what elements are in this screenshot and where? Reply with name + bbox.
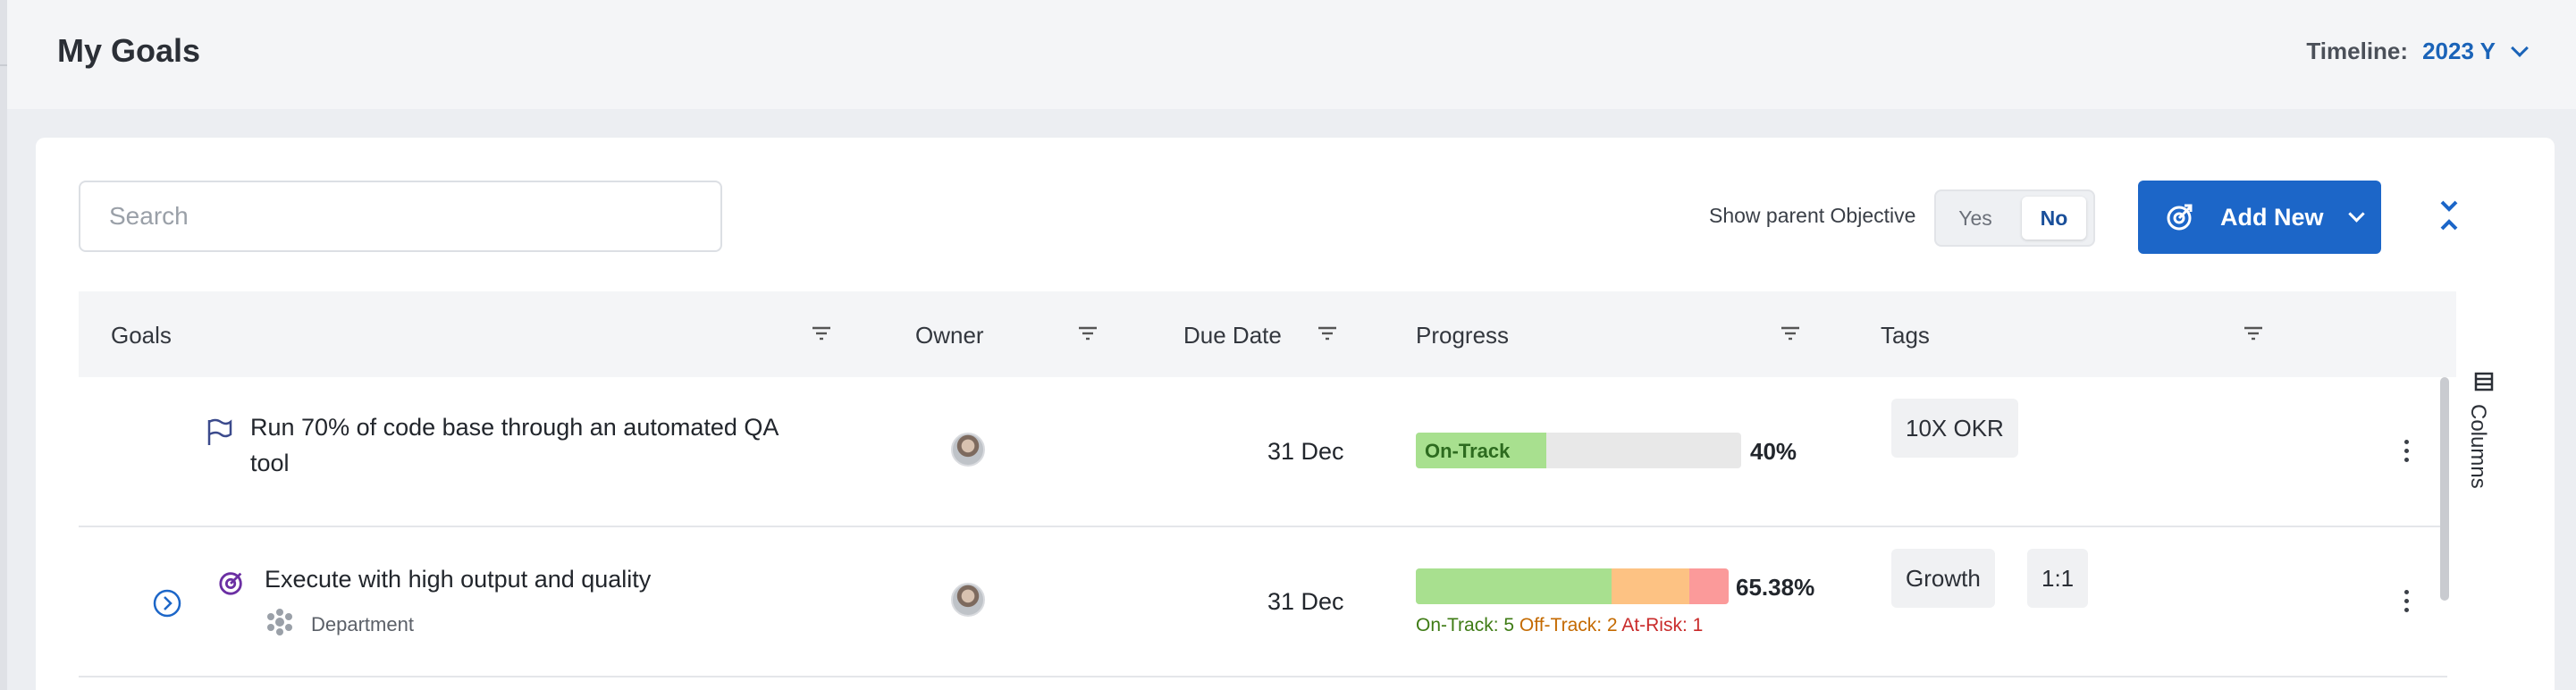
toggle-yes-option[interactable]: Yes bbox=[1943, 197, 2008, 240]
more-options-icon[interactable] bbox=[2404, 440, 2410, 463]
flag-icon bbox=[207, 418, 232, 445]
add-new-button[interactable]: Add New bbox=[2138, 181, 2381, 254]
column-tags[interactable]: Tags bbox=[1881, 322, 1930, 349]
department-label: Department bbox=[311, 613, 414, 635]
avatar[interactable] bbox=[951, 583, 985, 617]
show-parent-objective-label: Show parent Objective bbox=[1709, 204, 1916, 227]
filter-icon[interactable] bbox=[1317, 325, 1337, 341]
segmented-progress-bar bbox=[1416, 568, 1729, 604]
progress-percent: 65.38% bbox=[1736, 574, 1815, 601]
chevron-down-icon[interactable] bbox=[2347, 205, 2365, 223]
more-options-icon[interactable] bbox=[2404, 590, 2410, 613]
progress-segment-off-track bbox=[1611, 568, 1690, 604]
filter-icon[interactable] bbox=[2243, 325, 2263, 341]
due-date: 31 Dec bbox=[1267, 588, 1344, 615]
target-add-icon bbox=[2167, 204, 2193, 231]
column-owner[interactable]: Owner bbox=[915, 322, 984, 349]
avatar[interactable] bbox=[951, 433, 985, 467]
timeline-value[interactable]: 2023 Y bbox=[2422, 38, 2496, 65]
tag-chip[interactable]: 1:1 bbox=[2027, 549, 2089, 608]
progress-segment-on-track bbox=[1416, 568, 1612, 604]
legend-at-risk: At-Risk: 1 bbox=[1621, 615, 1704, 635]
goals-panel: Show parent Objective Yes No Add New Goa… bbox=[36, 138, 2555, 690]
columns-label: Columns bbox=[2466, 404, 2490, 489]
columns-side-tab[interactable]: Columns bbox=[2466, 372, 2513, 640]
search-input[interactable] bbox=[79, 181, 722, 252]
objective-target-icon bbox=[219, 572, 242, 595]
table-scrollbar[interactable] bbox=[2440, 377, 2449, 601]
tag-chip[interactable]: Growth bbox=[1891, 549, 1995, 608]
timeline-selector[interactable]: Timeline: 2023 Y bbox=[2306, 38, 2529, 65]
table-row[interactable]: Execute with high output and quality Dep… bbox=[79, 527, 2447, 677]
column-due-date[interactable]: Due Date bbox=[1183, 322, 1282, 349]
chevron-down-icon[interactable] bbox=[2511, 38, 2529, 57]
progress-bar: On-Track bbox=[1416, 433, 1741, 468]
filter-icon[interactable] bbox=[1078, 325, 1098, 341]
goal-title[interactable]: Run 70% of code base through an automate… bbox=[250, 409, 804, 481]
goal-title[interactable]: Execute with high output and quality bbox=[265, 561, 651, 597]
filter-icon[interactable] bbox=[1780, 325, 1800, 341]
collapse-all-icon[interactable] bbox=[2431, 197, 2467, 236]
expand-row-icon[interactable] bbox=[152, 588, 182, 618]
department-icon bbox=[267, 609, 292, 635]
table-row[interactable]: Run 70% of code base through an automate… bbox=[79, 377, 2447, 527]
top-header-bar bbox=[0, 0, 2576, 109]
legend-off-track: Off-Track: 2 bbox=[1519, 615, 1618, 635]
left-sidebar-edge bbox=[0, 0, 7, 690]
progress-legend: On-Track: 5 Off-Track: 2 At-Risk: 1 bbox=[1416, 615, 1703, 636]
add-new-label: Add New bbox=[2220, 203, 2324, 231]
tag-chip[interactable]: 10X OKR bbox=[1891, 399, 2018, 458]
legend-on-track: On-Track: 5 bbox=[1416, 615, 1515, 635]
page-title: My Goals bbox=[57, 32, 201, 69]
progress-status-label: On-Track bbox=[1425, 440, 1511, 462]
toggle-no-option[interactable]: No bbox=[2022, 197, 2086, 240]
timeline-label: Timeline: bbox=[2306, 38, 2409, 64]
progress-segment-at-risk bbox=[1689, 568, 1729, 604]
progress-percent: 40% bbox=[1750, 438, 1797, 465]
column-goals[interactable]: Goals bbox=[111, 322, 172, 349]
show-parent-objective-toggle[interactable]: Yes No bbox=[1934, 189, 2095, 247]
due-date: 31 Dec bbox=[1267, 438, 1344, 465]
column-progress[interactable]: Progress bbox=[1416, 322, 1509, 349]
columns-icon bbox=[2474, 372, 2494, 391]
filter-icon[interactable] bbox=[812, 325, 831, 341]
table-header: Goals Owner Due Date Progress Tags bbox=[79, 291, 2456, 377]
